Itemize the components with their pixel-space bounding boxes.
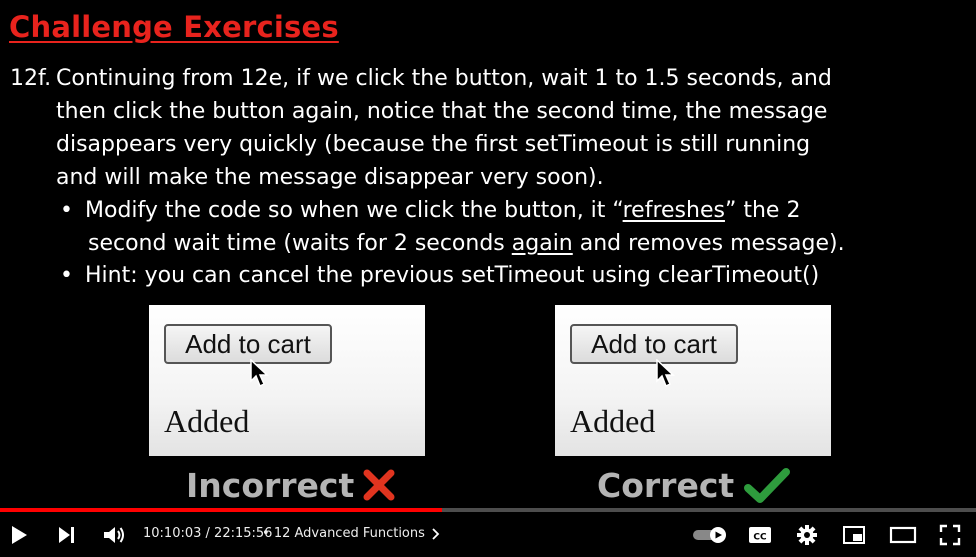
demo-correct: Add to cart Added [555,305,831,456]
chapter-dot: • [262,526,270,541]
underlined-word: again [511,231,573,256]
chapter-button[interactable]: • 12 Advanced Functions [262,526,441,541]
bullet-line: second wait time (waits for 2 seconds ag… [88,231,845,256]
captions-label: CC [753,533,767,543]
mouse-cursor-icon [250,359,269,388]
exercise-line: and will make the message disappear very… [56,165,604,190]
bullet-dot: • [60,263,73,288]
current-time: 10:10:03 [143,526,202,541]
exercise-number: 12f. [10,66,52,91]
player-controls: 10:10:03 / 22:15:56 • 12 Advanced Functi… [0,512,976,557]
added-message: Added [164,403,250,439]
exercise-line: then click the button again, notice that… [56,99,828,124]
captions-icon[interactable]: CC [748,525,772,545]
correct-label-group: Correct [597,466,790,505]
check-icon [744,468,790,503]
added-message: Added [570,403,656,439]
next-icon[interactable] [56,525,76,545]
time-display: 10:10:03 / 22:15:56 [143,526,273,541]
settings-icon[interactable] [796,524,818,546]
add-to-cart-button[interactable]: Add to cart [570,324,738,364]
bullet-dot: • [60,198,73,223]
incorrect-label-group: Incorrect [186,466,395,505]
chapter-title: 12 Advanced Functions [273,526,425,541]
fullscreen-icon[interactable] [939,524,961,546]
incorrect-label: Incorrect [186,466,355,505]
underlined-word: refreshes [622,198,725,223]
slide-title: Challenge Exercises [9,10,339,44]
exercise-line: disappears very quickly (because the fir… [56,132,811,157]
volume-icon[interactable] [102,524,126,546]
play-icon[interactable] [8,524,30,546]
demo-incorrect: Add to cart Added [149,305,425,456]
exercise-line: Continuing from 12e, if we click the but… [56,66,832,91]
autoplay-toggle-icon[interactable] [692,526,728,544]
miniplayer-icon[interactable] [842,525,866,545]
theater-icon[interactable] [889,526,917,544]
bullet-line: Hint: you can cancel the previous setTim… [85,263,820,288]
mouse-cursor-icon [656,359,675,388]
add-to-cart-button[interactable]: Add to cart [164,324,332,364]
cross-icon [363,469,395,501]
correct-label: Correct [597,466,735,505]
slide: Challenge Exercises 12f. Continuing from… [0,0,976,512]
chevron-right-icon [432,527,440,540]
bullet-line: Modify the code so when we click the but… [85,198,801,223]
